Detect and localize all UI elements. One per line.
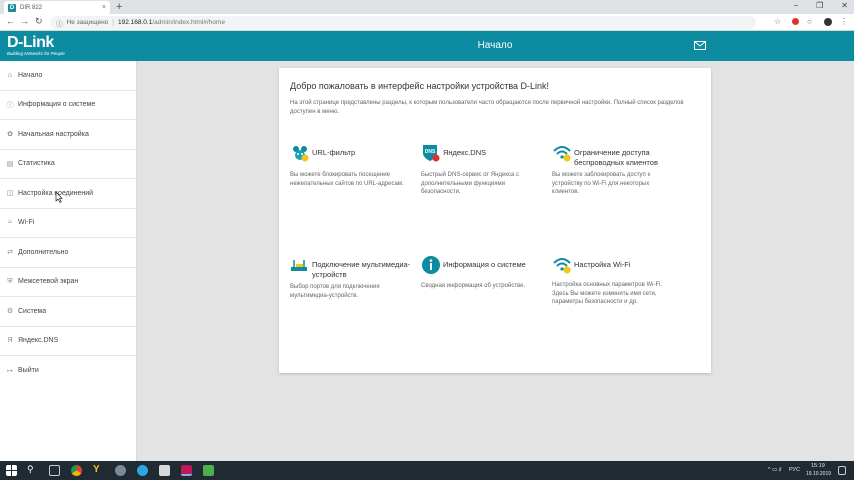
url-host: 192.168.0.1	[118, 19, 153, 26]
tile-title: Яндекс.DNS	[443, 148, 487, 157]
sidebar-item-label: Информация о системе	[18, 101, 96, 109]
tile-description: Быстрый DNS-сервис от Яндекса с дополнит…	[421, 172, 520, 195]
url-filter-icon	[293, 146, 309, 162]
clock-time[interactable]: 15:19	[811, 463, 825, 469]
mouse-cursor-icon	[55, 191, 63, 203]
sidebar-item-wifi[interactable]: ≈ Wi-Fi	[0, 209, 137, 238]
notes-app-icon[interactable]	[203, 465, 214, 476]
svg-text:DNS: DNS	[425, 149, 436, 155]
sidebar-item-advanced[interactable]: ⇄ Дополнительно	[0, 238, 137, 268]
sidebar-item-logout[interactable]: ↦ Выйти	[0, 356, 137, 386]
notifications-icon[interactable]	[838, 466, 846, 475]
bookmark-star-icon[interactable]: ☆	[774, 17, 781, 26]
yandex-icon: Я	[7, 337, 13, 345]
browser-tabbar: D DIR 822 × + − ❐ ✕	[0, 0, 854, 14]
url-input[interactable]: ⓘ Не защищено | 192.168.0.1 /admin/index…	[50, 16, 756, 29]
wand-icon: ✿	[7, 131, 13, 139]
mail-icon[interactable]	[694, 41, 706, 50]
new-tab-button[interactable]: +	[116, 1, 122, 13]
tile-description: Настройка основных параметров Wi-Fi. Зде…	[552, 282, 663, 305]
page-title: Начало	[477, 40, 513, 51]
app-header: D-Link Building Networks for People Нача…	[0, 31, 854, 61]
sidebar-item-system[interactable]: ⚙ Система	[0, 297, 137, 327]
language-indicator[interactable]: РУС	[789, 467, 800, 473]
sidebar-item-label: Начальная настройка	[18, 130, 89, 138]
system-info-icon	[422, 256, 440, 274]
url-path: /admin/index.html#/home	[152, 19, 225, 26]
tab-close-button[interactable]: ×	[102, 4, 106, 11]
browser-tab[interactable]: D DIR 822 ×	[4, 1, 110, 14]
chrome-icon[interactable]	[71, 465, 82, 476]
wifi-restrict-icon	[553, 146, 571, 162]
maximize-button[interactable]: ❐	[816, 1, 823, 10]
tile-description: Вы можете блокировать посещение нежелате…	[290, 172, 404, 187]
sidebar-item-label: Статистика	[18, 160, 55, 168]
home-icon: ⌂	[7, 71, 13, 79]
wifi-icon: ≈	[8, 219, 12, 227]
tile-title: Ограничение доступа беспроводных клиенто…	[574, 148, 658, 167]
sidebar-item-system-info[interactable]: ⓘ Информация о системе	[0, 91, 137, 120]
sidebar: ⌂ Начало ⓘ Информация о системе ✿ Началь…	[0, 61, 137, 461]
advanced-icon: ⇄	[7, 249, 13, 257]
sidebar-item-statistics[interactable]: ▤ Статистика	[0, 150, 137, 179]
welcome-heading: Добро пожаловать в интерфейс настройки у…	[290, 81, 550, 91]
search-icon[interactable]: ⚲	[27, 464, 38, 475]
tile-title: Настройка Wi-Fi	[574, 260, 631, 269]
reload-icon[interactable]: ↻	[35, 16, 43, 27]
close-window-button[interactable]: ✕	[841, 1, 848, 10]
minimize-button[interactable]: −	[793, 1, 798, 10]
calculator-icon[interactable]	[159, 465, 170, 476]
tile-description: Сводная информация об устройстве.	[421, 283, 526, 289]
tray-icons[interactable]: ^ ▭ ♯	[768, 467, 782, 473]
address-bar-row: ← → ↻ ⓘ Не защищено | 192.168.0.1 /admin…	[0, 14, 854, 31]
sidebar-item-label: Межсетевой экран	[18, 278, 79, 286]
forward-icon[interactable]: →	[20, 16, 29, 26]
sidebar-item-connections[interactable]: ◫ Настройка соединений	[0, 179, 137, 209]
tab-title: DIR 822	[20, 4, 43, 11]
info-icon: ⓘ	[6, 101, 14, 109]
tile-description: Выбор портов для подключения мультимедиа…	[290, 284, 380, 299]
logout-icon: ↦	[7, 367, 13, 375]
sidebar-item-label: Начало	[18, 71, 43, 79]
connections-icon: ◫	[6, 190, 14, 198]
not-secure-icon: ⓘ	[56, 20, 63, 28]
stats-icon: ▤	[6, 160, 14, 168]
sidebar-item-label: Дополнительно	[18, 248, 69, 256]
intro-text: На этой странице представлены разделы, к…	[290, 100, 684, 115]
tile-title: Информация о системе	[443, 260, 526, 269]
firewall-icon: ⛨	[7, 277, 13, 285]
extension-icon[interactable]	[792, 18, 799, 25]
sidebar-item-label: Выйти	[18, 367, 39, 375]
tile-title: Подключение мультимедиа-устройств	[312, 260, 411, 279]
telegram-icon[interactable]	[137, 465, 148, 476]
windows-taskbar: ⚲ Y ^ ▭ ♯ РУС 15:19 19.10.2019	[0, 461, 854, 480]
sidebar-item-label: Яндекс.DNS	[18, 337, 59, 345]
security-label: Не защищено	[66, 19, 109, 26]
menu-kebab-icon[interactable]: ⋮	[840, 17, 848, 26]
yandex-dns-icon: DNS	[423, 145, 440, 162]
windows-start-icon[interactable]	[6, 465, 17, 476]
app-icon[interactable]	[115, 465, 126, 476]
clock-date[interactable]: 19.10.2019	[806, 471, 831, 477]
sidebar-item-label: Wi-Fi	[18, 219, 35, 227]
tile-description: Вы можете заблокировать доступ к устройс…	[552, 172, 651, 195]
sidebar-item-home[interactable]: ⌂ Начало	[0, 61, 137, 91]
extension-2-icon[interactable]: ○	[807, 17, 812, 26]
yandex-browser-icon[interactable]: Y	[93, 464, 104, 475]
media-app-icon[interactable]	[181, 465, 192, 476]
wifi-settings-icon	[553, 258, 571, 274]
sidebar-item-initial-setup[interactable]: ✿ Начальная настройка	[0, 120, 137, 150]
home-card: Добро пожаловать в интерфейс настройки у…	[279, 68, 711, 373]
system-icon: ⚙	[6, 308, 14, 316]
profile-avatar[interactable]	[824, 18, 832, 26]
sidebar-item-firewall[interactable]: ⛨ Межсетевой экран	[0, 268, 137, 297]
task-view-icon[interactable]	[49, 465, 60, 476]
tile-title: URL-фильтр	[312, 148, 356, 157]
sidebar-item-label: Система	[18, 307, 47, 315]
multimedia-icon	[291, 260, 307, 271]
window-controls: − ❐ ✕	[793, 1, 848, 10]
dlink-favicon: D	[8, 3, 16, 12]
sidebar-item-yandex-dns[interactable]: Я Яндекс.DNS	[0, 327, 137, 356]
back-icon[interactable]: ←	[6, 16, 15, 26]
